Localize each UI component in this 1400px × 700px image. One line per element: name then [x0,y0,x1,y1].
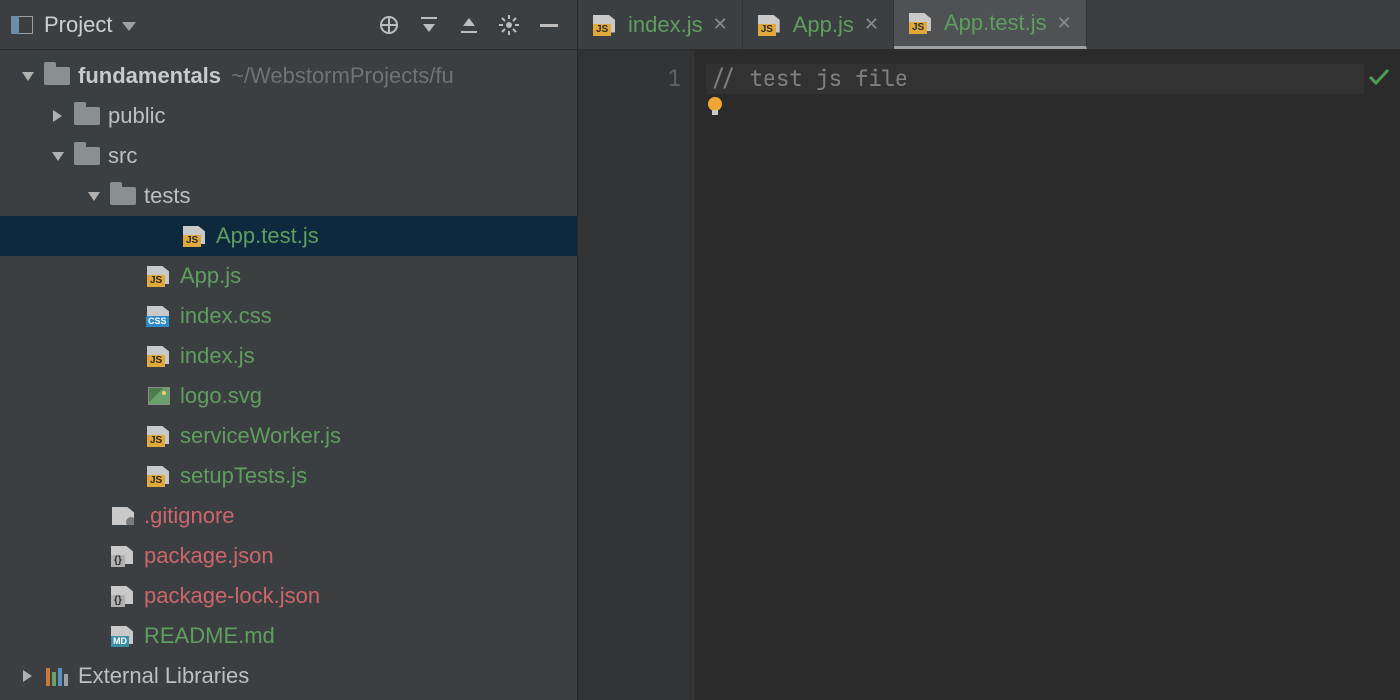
tree-file-readme-md[interactable]: README.md [0,616,577,656]
close-tab-icon[interactable]: ✕ [864,14,879,35]
hide-panel-button[interactable] [529,5,569,45]
tab-label: App.js [793,12,854,38]
line-number: 1 [578,64,681,94]
js-icon [908,13,934,33]
tree-root-label: fundamentals [78,63,221,89]
tree-item-label: App.js [180,263,241,289]
tree-item-label: package-lock.json [144,583,320,609]
css-icon [144,306,174,326]
editor-tab-app-test-js[interactable]: App.test.js ✕ [894,0,1087,49]
project-panel-header: Project [0,0,577,50]
panel-title[interactable]: Project [44,12,112,38]
tree-item-label: setupTests.js [180,463,307,489]
tree-item-label: index.css [180,303,272,329]
tree-item-label: App.test.js [216,223,319,249]
chevron-down-icon[interactable] [84,190,104,202]
close-tab-icon[interactable]: ✕ [713,14,728,35]
tab-label: App.test.js [944,10,1047,36]
editor-content[interactable]: // test js file [694,50,1400,700]
tree-root[interactable]: fundamentals ~/WebstormProjects/fu [0,56,577,96]
editor-gutter: 1 [578,50,694,700]
folder-icon [42,67,72,85]
code-editor[interactable]: 1 // test js file [578,50,1400,700]
intention-bulb-icon[interactable] [706,96,724,124]
editor-tab-app-js[interactable]: App.js ✕ [743,0,894,49]
tree-folder-src[interactable]: src [0,136,577,176]
tree-file-index-css[interactable]: index.css [0,296,577,336]
tree-file-package-json[interactable]: package.json [0,536,577,576]
library-icon [42,666,72,686]
js-icon [144,426,174,446]
js-icon [144,346,174,366]
tree-item-label: index.js [180,343,255,369]
tree-file-serviceworker-js[interactable]: serviceWorker.js [0,416,577,456]
folder-icon [72,107,102,125]
project-tool-window: Project [0,0,578,700]
tree-file-setuptests-js[interactable]: setupTests.js [0,456,577,496]
tree-item-label: public [108,103,165,129]
tree-item-label: package.json [144,543,274,569]
editor-tab-index-js[interactable]: index.js ✕ [578,0,743,49]
json-icon [108,546,138,566]
inspection-ok-icon[interactable] [1368,64,1390,93]
tree-file-logo-svg[interactable]: logo.svg [0,376,577,416]
js-icon [144,466,174,486]
md-icon [108,626,138,646]
js-icon [757,15,783,35]
tree-file-package-lock-json[interactable]: package-lock.json [0,576,577,616]
plain-icon [108,507,138,525]
chevron-down-icon[interactable] [18,70,38,82]
tree-file-app-test-js[interactable]: App.test.js [0,216,577,256]
collapse-all-button[interactable] [449,5,489,45]
chevron-right-icon[interactable] [18,670,38,682]
chevron-right-icon[interactable] [48,110,68,122]
settings-button[interactable] [489,5,529,45]
tab-label: index.js [628,12,703,38]
panel-dropdown-icon[interactable] [122,12,136,38]
tree-root-path: ~/WebstormProjects/fu [231,63,454,89]
js-icon [144,266,174,286]
tree-item-label: .gitignore [144,503,235,529]
editor-tab-bar: index.js ✕ App.js ✕ App.test.js ✕ [578,0,1400,50]
expand-all-button[interactable] [409,5,449,45]
panel-icon [10,15,34,35]
tree-file-app-js[interactable]: App.js [0,256,577,296]
code-line-1: // test js file [706,64,1364,94]
editor-area: index.js ✕ App.js ✕ App.test.js ✕ 1 // test j… [578,0,1400,700]
img-icon [144,387,174,405]
folder-icon [108,187,138,205]
tree-file-index-js[interactable]: index.js [0,336,577,376]
json-icon [108,586,138,606]
tree-item-label: README.md [144,623,275,649]
js-icon [592,15,618,35]
chevron-down-icon[interactable] [48,150,68,162]
select-opened-file-button[interactable] [369,5,409,45]
js-icon [180,226,210,246]
folder-icon [72,147,102,165]
tree-file--gitignore[interactable]: .gitignore [0,496,577,536]
close-tab-icon[interactable]: ✕ [1057,13,1072,34]
tree-item-label: src [108,143,137,169]
tree-item-label: serviceWorker.js [180,423,341,449]
external-libraries-label: External Libraries [78,663,249,689]
external-libraries[interactable]: External Libraries [0,656,577,696]
tree-item-label: logo.svg [180,383,262,409]
tree-folder-public[interactable]: public [0,96,577,136]
project-tree: fundamentals ~/WebstormProjects/fu publi… [0,50,577,700]
tree-item-label: tests [144,183,190,209]
tree-folder-tests[interactable]: tests [0,176,577,216]
